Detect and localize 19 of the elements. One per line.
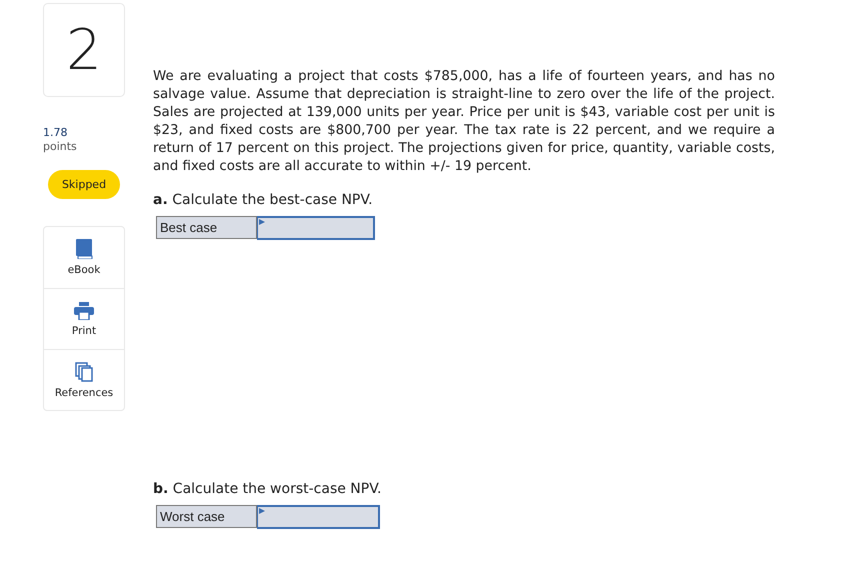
flag-icon xyxy=(259,219,265,225)
answer-label: Best case xyxy=(156,216,257,239)
tool-button[interactable]: Print xyxy=(44,288,124,349)
copy-icon xyxy=(75,362,93,382)
points-label: points xyxy=(43,140,77,154)
points-value: 1.78 xyxy=(43,126,68,140)
part-prompt: a. Calculate the best-case NPV. xyxy=(153,192,374,208)
answer-field[interactable] xyxy=(257,505,380,529)
answer-label: Worst case xyxy=(156,505,257,528)
status-badge: Skipped xyxy=(48,170,120,199)
printer-icon xyxy=(74,302,94,320)
tool-button[interactable]: eBook xyxy=(44,227,124,288)
book-icon xyxy=(75,239,93,259)
answer-field[interactable] xyxy=(257,216,375,240)
flag-icon xyxy=(259,508,265,514)
tool-button[interactable]: References xyxy=(44,349,124,410)
problem-text: We are evaluating a project that costs $785,000, has a life of fourteen years, and has no salvage value. Assume that depreciation is straight-line to zero over the life of the project. Sales are projected at 139,000 units per year. Price per unit is $43, variable cost per unit is $23, and fixed costs are $800,700 per year. The tax rate is 22 percent, and we require a return of 17 percent on this project. The projections given for price, quantity, variable costs, and fixed costs are all accurate to within +/- 19 percent. xyxy=(153,68,775,176)
part-prompt: b. Calculate the worst-case NPV. xyxy=(153,481,382,497)
question-number: 2 xyxy=(43,3,125,97)
